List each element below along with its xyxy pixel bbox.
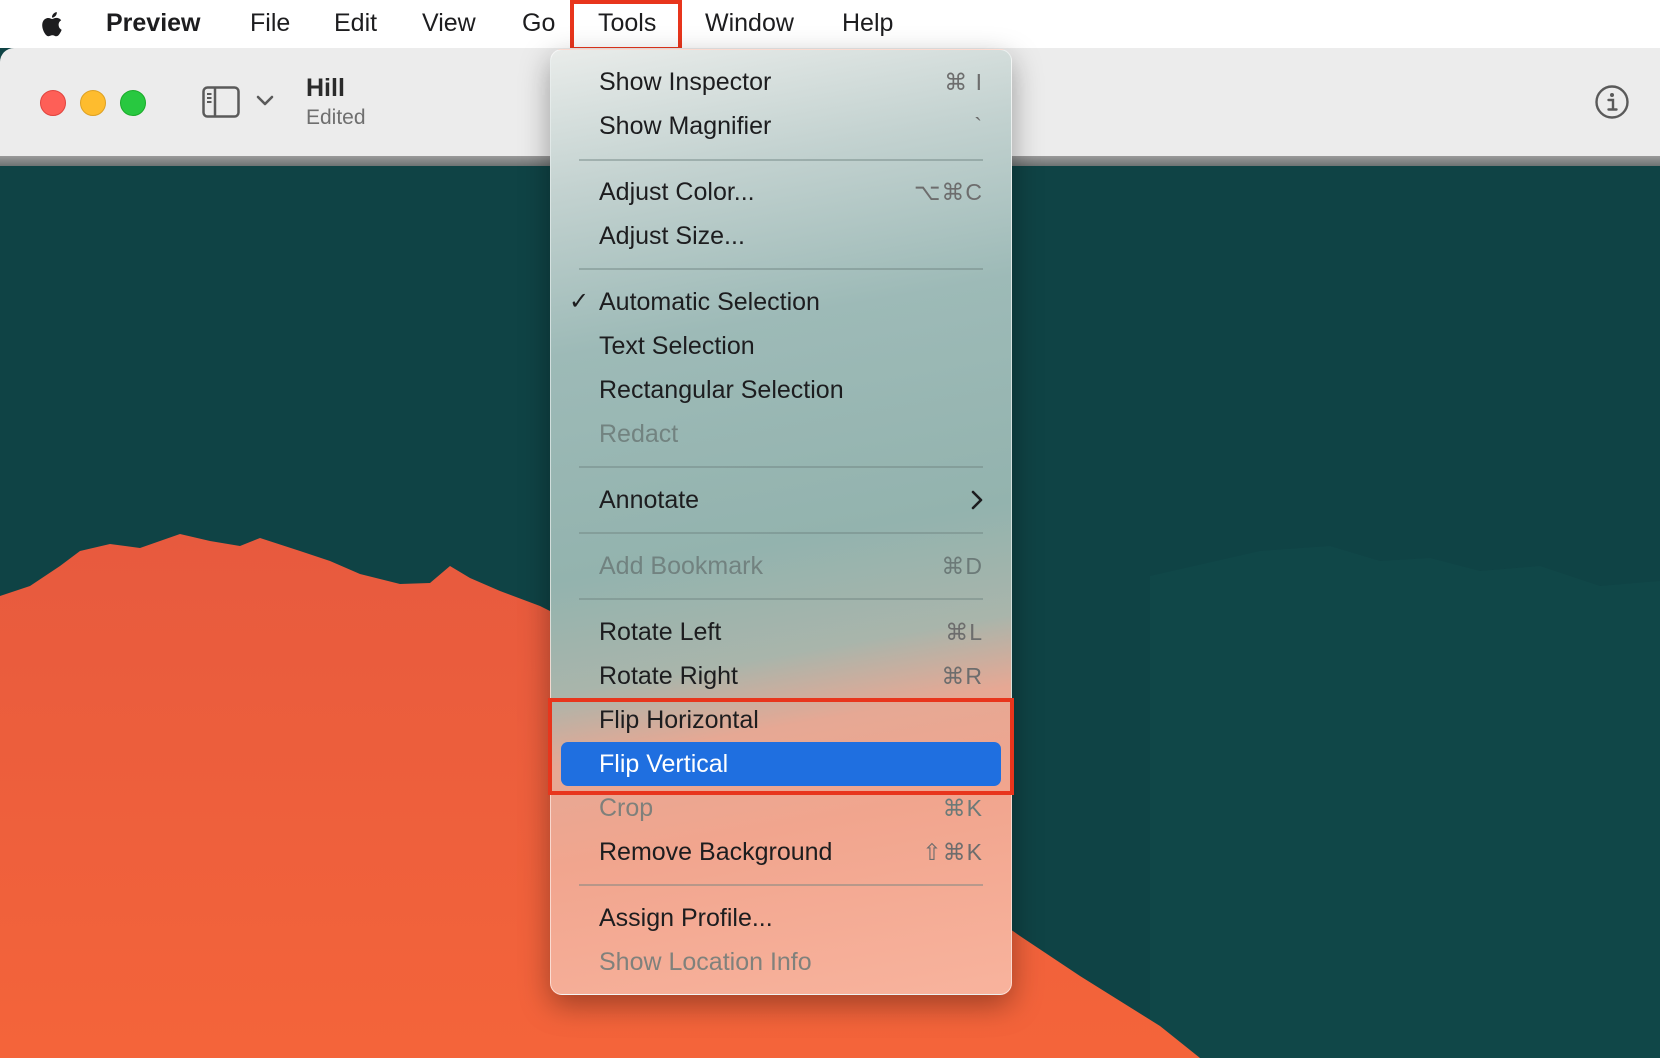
menu-file[interactable]: File bbox=[250, 0, 290, 48]
sidebar-toggle-icon[interactable] bbox=[202, 86, 240, 118]
menu-item-redact: Redact bbox=[599, 420, 679, 448]
shortcut-label: ⌘L bbox=[945, 619, 983, 645]
menu-item-assign-profile[interactable]: Assign Profile... bbox=[551, 896, 1011, 940]
menu-window[interactable]: Window bbox=[705, 0, 794, 48]
shortcut-label: ` bbox=[974, 113, 983, 139]
menu-item-annotate[interactable]: Annotate bbox=[551, 478, 1011, 522]
menu-bar: Preview File Edit View Go Tools Window H… bbox=[0, 0, 1660, 51]
menu-item-crop: Crop ⌘K bbox=[551, 786, 1011, 830]
shortcut-label: ⌥⌘C bbox=[913, 179, 983, 205]
menu-item-show-inspector[interactable]: Show Inspector ⌘ I bbox=[551, 60, 1011, 104]
menu-separator bbox=[579, 598, 983, 600]
menu-item-automatic-selection[interactable]: ✓ Automatic Selection bbox=[551, 280, 1011, 324]
menu-tools[interactable]: Tools bbox=[569, 0, 683, 51]
menu-item-rectangular-selection[interactable]: Rectangular Selection bbox=[551, 368, 1011, 412]
menu-item-show-magnifier[interactable]: Show Magnifier ` bbox=[551, 104, 1011, 148]
chevron-down-icon[interactable] bbox=[256, 94, 274, 108]
shortcut-label: ⇧⌘K bbox=[922, 839, 983, 865]
menu-app-name[interactable]: Preview bbox=[106, 0, 201, 48]
shortcut-label: ⌘ I bbox=[944, 69, 983, 95]
menu-separator bbox=[579, 159, 983, 161]
menu-edit[interactable]: Edit bbox=[334, 0, 377, 48]
menu-help[interactable]: Help bbox=[842, 0, 893, 48]
menu-separator bbox=[579, 532, 983, 534]
menu-item-flip-vertical[interactable]: Flip Vertical bbox=[551, 742, 1011, 786]
chevron-right-icon bbox=[971, 490, 983, 510]
menu-item-text-selection[interactable]: Text Selection bbox=[551, 324, 1011, 368]
menu-separator bbox=[579, 466, 983, 468]
shortcut-label: ⌘K bbox=[942, 795, 983, 821]
maximize-button[interactable] bbox=[120, 90, 146, 116]
document-status: Edited bbox=[306, 106, 366, 129]
menu-item-rotate-right[interactable]: Rotate Right ⌘R bbox=[551, 654, 1011, 698]
menu-item-adjust-color[interactable]: Adjust Color... ⌥⌘C bbox=[551, 170, 1011, 214]
menu-separator bbox=[579, 884, 983, 886]
menu-item-adjust-size[interactable]: Adjust Size... bbox=[551, 214, 1011, 258]
checkmark-icon: ✓ bbox=[569, 288, 590, 315]
menu-item-flip-horizontal[interactable]: Flip Horizontal bbox=[551, 698, 1011, 742]
shortcut-label: ⌘D bbox=[941, 553, 983, 579]
menu-item-add-bookmark: Add Bookmark ⌘D bbox=[551, 544, 1011, 588]
minimize-button[interactable] bbox=[80, 90, 106, 116]
shortcut-label: ⌘R bbox=[941, 663, 983, 689]
document-title: Hill bbox=[306, 74, 345, 102]
menu-item-rotate-left[interactable]: Rotate Left ⌘L bbox=[551, 610, 1011, 654]
apple-logo-icon[interactable] bbox=[38, 9, 68, 39]
menu-go[interactable]: Go bbox=[522, 0, 555, 48]
menu-item-show-location-info: Show Location Info bbox=[599, 948, 812, 976]
menu-view[interactable]: View bbox=[422, 0, 476, 48]
menu-item-remove-background[interactable]: Remove Background ⇧⌘K bbox=[551, 830, 1011, 874]
tools-menu-dropdown: Show Inspector ⌘ I Show Magnifier ` Adju… bbox=[550, 49, 1012, 995]
close-button[interactable] bbox=[40, 90, 66, 116]
menu-separator bbox=[579, 268, 983, 270]
info-icon[interactable] bbox=[1594, 84, 1630, 120]
